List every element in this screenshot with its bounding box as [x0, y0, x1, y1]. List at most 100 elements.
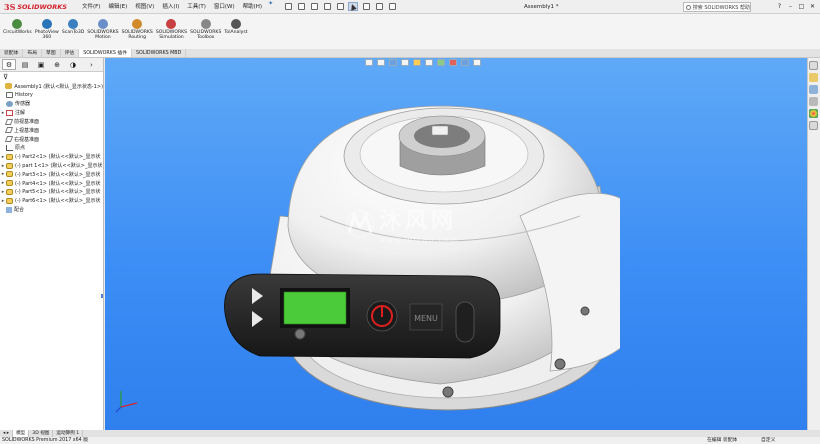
status-units[interactable]: 自定义: [761, 437, 775, 444]
tree-node[interactable]: 配合: [0, 205, 103, 214]
solidworks-window: 3S SOLIDWORKS 文件(F) 编辑(E) 视图(V) 插入(I) 工具…: [0, 0, 820, 444]
tab-assembly[interactable]: 装配体: [0, 49, 24, 57]
tree-node[interactable]: ▸ (-) Part5<1> (默认<<默认>_显示状: [0, 188, 103, 197]
resources-icon[interactable]: [809, 61, 818, 70]
tree-node[interactable]: ▸ (-) Part2<1> (默认<<默认>_显示状: [0, 152, 103, 161]
ribbon-button-7[interactable]: TolAnalyst: [224, 14, 248, 49]
ribbon-button-4[interactable]: SOLIDWORKS Routing: [122, 14, 153, 49]
plane-icon: [4, 136, 14, 143]
ribbon-button-3[interactable]: SOLIDWORKS Motion: [87, 14, 119, 49]
mfcad-logo-icon: [346, 209, 374, 238]
tree-node[interactable]: 原点: [0, 144, 103, 153]
ribbon-tool-icon: [68, 19, 79, 29]
tab-model[interactable]: 模型: [13, 430, 30, 437]
menu-insert[interactable]: 插入(I): [158, 0, 183, 14]
ribbon-button-5[interactable]: SOLIDWORKS Simulation: [156, 14, 187, 49]
menu-edit[interactable]: 编辑(E): [104, 0, 131, 14]
ribbon-button-6[interactable]: SOLIDWORKS Toolbox: [190, 14, 221, 49]
minimize-button[interactable]: –: [785, 0, 796, 14]
zoom-area-icon[interactable]: [377, 59, 385, 66]
save-button[interactable]: [309, 2, 319, 11]
menu-tools[interactable]: 工具(T): [183, 0, 210, 14]
help-icon[interactable]: ?: [774, 0, 785, 14]
view-orientation-icon[interactable]: [413, 59, 421, 66]
tree-node[interactable]: 前视基准面: [0, 117, 103, 126]
undo-button[interactable]: [335, 2, 345, 11]
document-title: Assembly1 *: [524, 4, 559, 10]
property-manager-tab-icon[interactable]: ▤: [18, 59, 32, 70]
tree-node-label: (-) part 1<1> (默认<<默认>_显示状: [15, 163, 103, 170]
ribbon-button-2[interactable]: ScanTo3D: [62, 14, 84, 49]
options-button[interactable]: [387, 2, 397, 11]
zoom-to-fit-icon[interactable]: [365, 59, 373, 66]
design-library-icon[interactable]: [809, 73, 818, 82]
configuration-tab-icon[interactable]: ▣: [34, 59, 48, 70]
view-settings-icon[interactable]: [473, 59, 481, 66]
search-box[interactable]: 搜索 SOLIDWORKS 帮助: [683, 2, 751, 12]
next-tab-icon[interactable]: ›: [90, 61, 93, 69]
filter-icon[interactable]: ⊽: [0, 72, 103, 82]
nav-arrows-icon[interactable]: ◂ ▸: [0, 430, 14, 437]
appearances-icon[interactable]: [809, 109, 818, 118]
menu-help[interactable]: 帮助(H): [239, 0, 266, 14]
close-button[interactable]: ✕: [807, 0, 818, 14]
folder-icon: [297, 3, 305, 10]
tab-mbd[interactable]: SOLIDWORKS MBD: [132, 49, 187, 57]
properties-icon: [375, 3, 383, 10]
pin-icon[interactable]: ✦: [268, 0, 273, 14]
menu-file[interactable]: 文件(F): [78, 0, 104, 14]
tree-scroll-indicator: [101, 294, 103, 298]
dimxpert-tab-icon[interactable]: ⊕: [50, 59, 64, 70]
ribbon-button-0[interactable]: CircuitWorks: [3, 14, 32, 49]
hide-show-icon[interactable]: [437, 59, 445, 66]
custom-properties-icon[interactable]: [809, 121, 818, 130]
save-icon: [310, 3, 318, 10]
tab-layout[interactable]: 布局: [23, 49, 43, 57]
watermark-url: www.mfcad.com: [379, 235, 459, 244]
tab-3d-views[interactable]: 3D 视图: [29, 430, 54, 437]
previous-view-icon[interactable]: [389, 59, 397, 66]
tab-addins[interactable]: SOLIDWORKS 插件: [79, 49, 132, 57]
search-icon: [686, 4, 691, 10]
select-button[interactable]: [348, 2, 359, 11]
tree-node[interactable]: History: [0, 91, 103, 100]
tree-node[interactable]: ▸ (-) part 1<1> (默认<<默认>_显示状: [0, 161, 103, 170]
apply-scene-icon[interactable]: [461, 59, 469, 66]
plane-icon: [4, 127, 14, 134]
tree-node[interactable]: 右视基准面: [0, 135, 103, 144]
solidworks-logo[interactable]: 3S SOLIDWORKS: [4, 2, 67, 12]
menu-window[interactable]: 窗口(W): [210, 0, 239, 14]
display-style-icon[interactable]: [425, 59, 433, 66]
open-button[interactable]: [296, 2, 306, 11]
part-icon: [6, 188, 13, 195]
tree-node-label: 前视基准面: [14, 119, 40, 126]
ribbon-tool-icon: [41, 19, 52, 29]
display-manager-tab-icon[interactable]: ◑: [66, 59, 80, 70]
tree-node[interactable]: ▸ 注解: [0, 108, 103, 117]
feature-tree-tab-icon[interactable]: ⚙: [2, 59, 16, 70]
edit-appearance-icon[interactable]: [449, 59, 457, 66]
tree-node-label: (-) Part2<1> (默认<<默认>_显示状: [15, 154, 101, 161]
tree-node[interactable]: Assembly1 (默认<默认_显示状态-1>): [0, 82, 103, 91]
new-document-button[interactable]: [283, 2, 293, 11]
tree-node[interactable]: ▸ (-) Part3<1> (默认<<默认>_显示状: [0, 170, 103, 179]
tree-node[interactable]: ▸ (-) Part6<1> (默认<<默认>_显示状: [0, 196, 103, 205]
ribbon-button-1[interactable]: PhotoView 360: [35, 14, 59, 49]
graphics-viewport[interactable]: MENU 沐风网 www.mfcad.com: [105, 58, 807, 430]
menu-view[interactable]: 视图(V): [131, 0, 158, 14]
note-icon: [6, 109, 13, 116]
restore-button[interactable]: □: [796, 0, 807, 14]
view-palette-icon[interactable]: [809, 97, 818, 106]
tab-evaluate[interactable]: 评估: [61, 49, 80, 57]
file-properties-button[interactable]: [374, 2, 384, 11]
tab-sketch[interactable]: 草图: [42, 49, 61, 57]
section-view-icon[interactable]: [401, 59, 409, 66]
print-button[interactable]: [322, 2, 332, 11]
tree-node[interactable]: ▸ (-) Part4<1> (默认<<默认>_显示状: [0, 179, 103, 188]
ribbon-tool-icon: [97, 19, 108, 29]
rebuild-button[interactable]: [361, 2, 371, 11]
file-explorer-icon[interactable]: [809, 85, 818, 94]
tree-node[interactable]: 传感器: [0, 100, 103, 109]
tree-node[interactable]: 上视基准面: [0, 126, 103, 135]
tab-motion-study[interactable]: 运动算例 1: [53, 430, 84, 437]
